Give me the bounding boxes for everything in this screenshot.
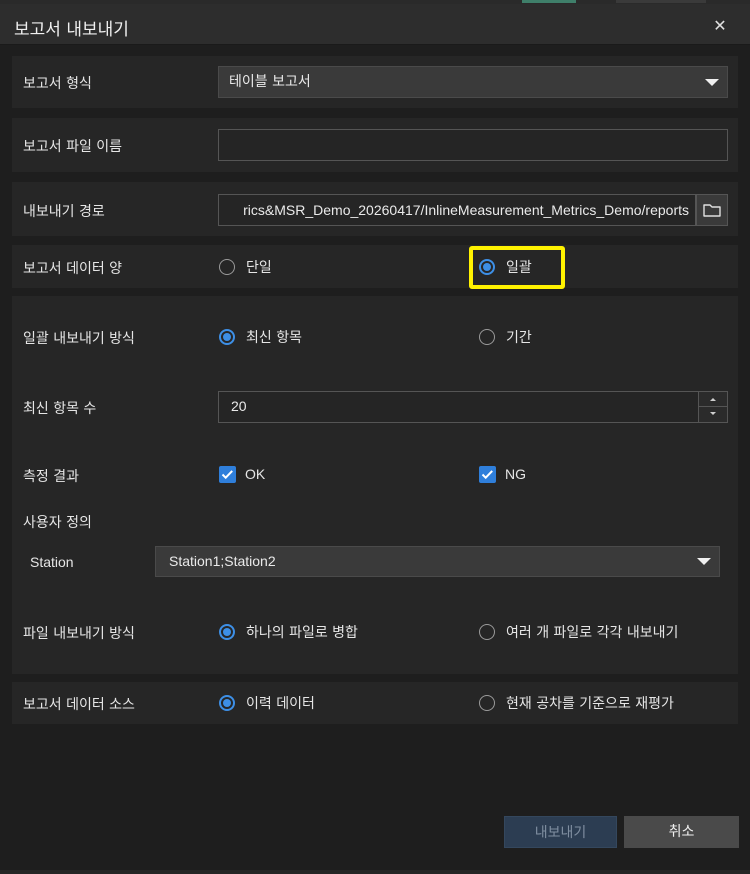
chevron-down-icon [710,412,716,415]
data-source-row: 보고서 데이터 소스 이력 데이터 현재 공차를 기준으로 재평가 [12,682,738,724]
file-name-label: 보고서 파일 이름 [23,139,123,155]
radio-batch[interactable] [479,259,495,275]
check-icon [481,470,493,480]
browse-folder-button[interactable] [696,194,728,226]
dialog-title: 보고서 내보내기 [14,20,129,40]
latest-count-value: 20 [231,398,247,414]
radio-separate[interactable] [479,624,495,640]
chevron-down-icon [705,79,719,86]
batch-options-panel: 일괄 내보내기 방식 최신 항목 기간 최신 항목 수 20 측정 결과 OK … [12,296,738,674]
radio-period[interactable] [479,329,495,345]
station-value: Station1;Station2 [169,553,276,569]
radio-latest[interactable] [219,329,235,345]
export-path-row: 내보내기 경로 rics&MSR_Demo_20260417/InlineMea… [12,182,738,236]
radio-separate-label[interactable]: 여러 개 파일로 각각 내보내기 [506,622,678,642]
latest-count-label: 최신 항목 수 [23,401,97,417]
data-amount-row: 보고서 데이터 양 단일 일괄 [12,245,738,289]
file-mode-label: 파일 내보내기 방식 [23,626,135,642]
folder-icon [703,204,721,217]
radio-history-label[interactable]: 이력 데이터 [246,693,315,713]
radio-batch-label[interactable]: 일괄 [506,257,532,277]
close-icon[interactable]: ✕ [708,14,732,38]
station-label: Station [30,554,74,570]
report-format-select[interactable]: 테이블 보고서 [218,66,728,98]
report-format-label: 보고서 형식 [23,76,92,92]
radio-reevaluate-label[interactable]: 현재 공차를 기준으로 재평가 [506,693,674,713]
report-format-row: 보고서 형식 테이블 보고서 [12,56,738,108]
radio-merge[interactable] [219,624,235,640]
check-icon [221,470,233,480]
data-amount-label: 보고서 데이터 양 [23,261,123,277]
export-button[interactable]: 내보내기 [504,816,617,848]
export-path-input[interactable]: rics&MSR_Demo_20260417/InlineMeasurement… [218,194,696,226]
radio-single-label[interactable]: 단일 [246,257,272,277]
radio-period-label[interactable]: 기간 [506,327,532,347]
radio-latest-label[interactable]: 최신 항목 [246,327,302,347]
checkbox-ng[interactable] [479,466,496,483]
batch-mode-label: 일괄 내보내기 방식 [23,331,135,347]
spin-buttons [698,392,727,422]
latest-count-spinbox[interactable]: 20 [218,391,728,423]
dialog-titlebar: 보고서 내보내기 ✕ [0,4,750,45]
export-path-value: rics&MSR_Demo_20260417/InlineMeasurement… [243,202,689,218]
export-path-label: 내보내기 경로 [23,204,105,220]
spin-down-button[interactable] [699,407,727,422]
measurement-result-label: 측정 결과 [23,469,79,485]
radio-single[interactable] [219,259,235,275]
spin-up-button[interactable] [699,392,727,407]
radio-reevaluate[interactable] [479,695,495,711]
background-tab [616,0,706,3]
file-name-input[interactable] [218,129,728,161]
radio-history[interactable] [219,695,235,711]
file-name-row: 보고서 파일 이름 [12,118,738,172]
data-source-label: 보고서 데이터 소스 [23,697,135,713]
station-select[interactable]: Station1;Station2 [155,546,720,577]
chevron-up-icon [710,398,716,401]
background-tab-indicator [522,0,576,3]
report-format-value: 테이블 보고서 [229,74,311,90]
checkbox-ng-label[interactable]: NG [505,466,526,482]
checkbox-ok[interactable] [219,466,236,483]
bottom-edge [0,870,750,874]
checkbox-ok-label[interactable]: OK [245,466,265,482]
radio-merge-label[interactable]: 하나의 파일로 병합 [246,622,358,642]
cancel-button[interactable]: 취소 [624,816,739,848]
custom-label: 사용자 정의 [23,515,92,531]
chevron-down-icon [697,558,711,565]
